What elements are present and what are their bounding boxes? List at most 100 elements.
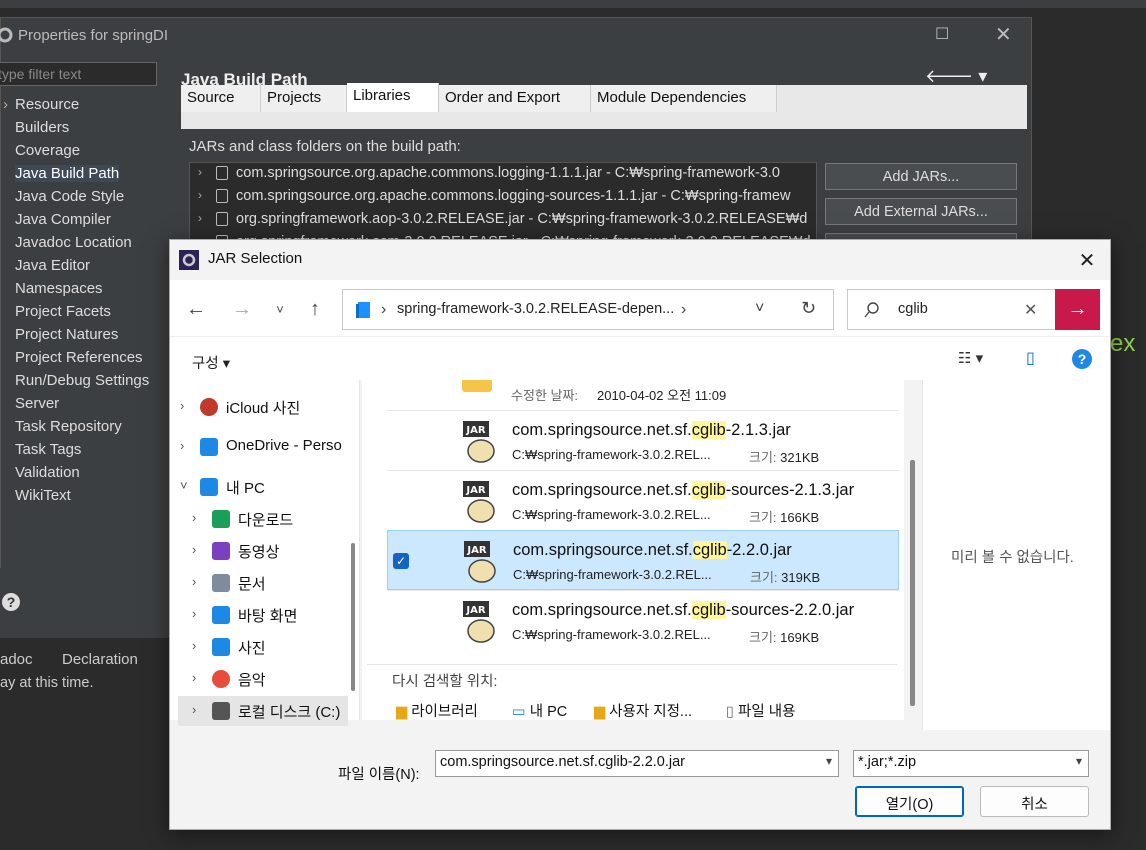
tab-projects[interactable]: Projects xyxy=(261,85,347,112)
tree-item[interactable]: Resource xyxy=(15,96,79,113)
refresh-icon[interactable]: ↻ xyxy=(801,298,816,319)
jar-list-item[interactable]: › com.springsource.org.apache.commons.log… xyxy=(190,163,816,185)
nav-item[interactable]: › 로컬 디스크 (C:) xyxy=(178,696,348,726)
chevron-right-icon[interactable]: › xyxy=(192,606,196,621)
search-again-custom[interactable]: ▆ 사용자 지정... xyxy=(594,700,692,721)
tree-item[interactable]: Run/Debug Settings xyxy=(15,372,149,389)
search-again-libraries[interactable]: ▆ 라이브러리 xyxy=(396,700,478,721)
checkbox-checked-icon[interactable]: ✓ xyxy=(393,553,409,569)
dialog-close-icon[interactable]: ✕ xyxy=(1074,248,1100,272)
dialog-footer xyxy=(170,730,1110,829)
nav-item[interactable]: › 동영상 xyxy=(178,536,348,566)
help-icon[interactable]: ? xyxy=(1072,349,1092,369)
chevron-right-icon[interactable]: › xyxy=(198,165,202,179)
recent-chevron-icon[interactable]: ˅ xyxy=(268,302,292,326)
onedrive-icon xyxy=(200,438,218,456)
up-icon[interactable]: ↑ xyxy=(303,298,327,322)
nav-item[interactable]: › 바탕 화면 xyxy=(178,600,348,630)
tab-order-and-export[interactable]: Order and Export xyxy=(439,85,591,112)
tree-item[interactable]: Coverage xyxy=(15,142,80,159)
chevron-down-icon[interactable]: ▾ xyxy=(826,754,832,768)
tree-item[interactable]: Java Editor xyxy=(15,257,90,274)
filter-input[interactable]: type filter text xyxy=(0,62,157,86)
jar-list-item[interactable]: › com.springsource.org.apache.commons.log… xyxy=(190,186,816,208)
nav-scrollbar[interactable] xyxy=(351,543,355,691)
clear-search-icon[interactable]: ✕ xyxy=(1024,300,1037,320)
chevron-right-icon[interactable]: › xyxy=(198,211,202,225)
tree-item[interactable]: Task Repository xyxy=(15,418,122,435)
folder-check-icon: ▆ xyxy=(594,704,606,720)
forward-icon[interactable]: → xyxy=(230,298,254,322)
tree-item[interactable]: WikiText xyxy=(15,487,71,504)
nav-item[interactable]: ˅ 내 PC xyxy=(178,472,348,502)
chevron-right-icon[interactable]: › xyxy=(180,398,184,413)
tree-item[interactable]: Java Build Path xyxy=(15,165,120,182)
add-jars-button[interactable]: Add JARs... xyxy=(825,163,1017,190)
tree-item[interactable]: Namespaces xyxy=(15,280,103,297)
file-row[interactable]: JAR com.springsource.net.sf.cglib-sources… xyxy=(387,590,899,650)
tab-module-dependencies[interactable]: Module Dependencies xyxy=(591,85,777,112)
jar-list-item[interactable]: › org.springframework.aop-3.0.2.RELEASE.j… xyxy=(190,209,816,231)
chevron-right-icon[interactable]: › xyxy=(192,702,196,717)
tree-item[interactable]: Builders xyxy=(15,119,69,136)
maximize-icon[interactable]: ☐ xyxy=(935,24,949,44)
address-bar[interactable]: › spring-framework-3.0.2.RELEASE-depen..… xyxy=(342,289,834,330)
close-icon[interactable]: ✕ xyxy=(995,22,1012,47)
chevron-right-icon[interactable]: › xyxy=(192,510,196,525)
file-row[interactable]: JAR com.springsource.net.sf.cglib-sources… xyxy=(387,470,899,530)
address-dropdown-icon[interactable]: ˅ xyxy=(755,300,764,318)
tab-javadoc[interactable]: adoc xyxy=(0,651,33,668)
tree-item[interactable]: Javadoc Location xyxy=(15,234,132,251)
view-options-icon[interactable]: ☷ ▾ xyxy=(958,349,983,367)
organize-button[interactable]: 구성 ▾ xyxy=(192,352,230,373)
chevron-right-icon[interactable]: › xyxy=(192,670,196,685)
open-button[interactable]: 열기(O) xyxy=(855,786,964,817)
nav-item[interactable]: › 사진 xyxy=(178,632,348,662)
tree-item[interactable]: Task Tags xyxy=(15,441,81,458)
nav-item[interactable]: › 음악 xyxy=(178,664,348,694)
nav-item-label: 다운로드 xyxy=(238,512,294,529)
tab-libraries[interactable]: Libraries xyxy=(347,83,439,112)
search-go-button[interactable]: → xyxy=(1055,289,1100,330)
tree-item[interactable]: Java Code Style xyxy=(15,188,124,205)
chevron-right-icon[interactable]: › xyxy=(198,188,202,202)
filetype-select[interactable]: *.jar;*.zip ▾ xyxy=(853,750,1089,777)
file-scrollbar[interactable] xyxy=(910,460,915,706)
preview-pane-icon[interactable]: ▯ xyxy=(1026,348,1035,368)
tree-item[interactable]: Project References xyxy=(15,349,143,366)
file-row[interactable]: ✓ JAR com.springsource.net.sf.cglib-2.2.0.… xyxy=(387,530,899,590)
nav-item[interactable]: › 다운로드 xyxy=(178,504,348,534)
tree-item[interactable]: Project Facets xyxy=(15,303,111,320)
jar-file-icon: JAR xyxy=(463,601,495,643)
search-again-file-contents[interactable]: ▯ 파일 내용 xyxy=(726,700,795,721)
help-icon[interactable]: ? xyxy=(2,593,20,611)
nav-item[interactable]: › 문서 xyxy=(178,568,348,598)
add-external-jars-button[interactable]: Add External JARs... xyxy=(825,198,1017,225)
tree-item[interactable]: Java Compiler xyxy=(15,211,111,228)
cancel-button[interactable]: 취소 xyxy=(980,786,1089,817)
search-again-this-pc[interactable]: ▭ 내 PC xyxy=(512,700,567,721)
chevron-right-icon[interactable]: › xyxy=(192,638,196,653)
nav-item[interactable]: › iCloud 사진 xyxy=(178,392,348,422)
chevron-down-icon[interactable]: ˅ xyxy=(180,478,188,493)
tree-item[interactable]: Project Natures xyxy=(15,326,118,343)
videos-icon xyxy=(212,542,230,560)
tree-item[interactable]: Server xyxy=(15,395,59,412)
tree-item[interactable]: Validation xyxy=(15,464,80,481)
search-box[interactable]: cglib ✕ → xyxy=(847,289,1100,330)
svg-text:JAR: JAR xyxy=(465,425,485,436)
filename-input[interactable]: com.springsource.net.sf.cglib-2.2.0.jar ▾ xyxy=(435,750,839,777)
chevron-right-icon[interactable]: › xyxy=(192,542,196,557)
jar-list[interactable]: › com.springsource.org.apache.commons.log… xyxy=(189,162,817,242)
chevron-right-icon[interactable]: › xyxy=(192,574,196,589)
chevron-right-icon[interactable]: › xyxy=(3,96,8,113)
chevron-right-icon[interactable]: › xyxy=(180,438,184,453)
tab-declaration[interactable]: Declaration xyxy=(62,651,138,668)
file-row[interactable]: JAR com.springsource.net.sf.cglib-2.1.3.j… xyxy=(387,410,899,470)
nav-item-label: 동영상 xyxy=(238,544,280,561)
chevron-down-icon[interactable]: ▾ xyxy=(1076,754,1082,768)
tab-source[interactable]: Source xyxy=(181,85,261,112)
search-input[interactable]: cglib xyxy=(898,301,928,317)
nav-item[interactable]: › OneDrive - Perso xyxy=(178,432,348,462)
back-icon[interactable]: ← xyxy=(184,298,208,322)
